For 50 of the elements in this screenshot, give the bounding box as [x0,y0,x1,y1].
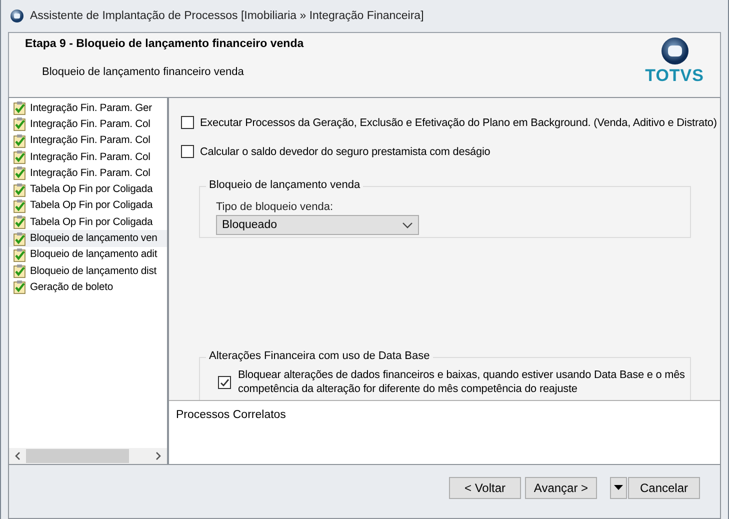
scrollbar-thumb[interactable] [26,449,129,463]
app-logo-icon [10,9,24,23]
step-item[interactable]: Integração Fin. Param. Ger [9,100,167,116]
clipboard-check-icon [13,232,26,246]
step-item[interactable]: Bloqueio de lançamento adit [9,246,167,263]
step-item[interactable]: Integração Fin. Param. Col [9,165,167,182]
checkbox-label: Bloquear alterações de dados financeiros e baixas, quando estiver usando Data Base e o mês competência da alteração for diferente do mês competência do reajuste [238,368,686,396]
step-subtitle: Bloqueio de lançamento financeiro venda [41,65,245,78]
step-item[interactable]: Tabela Op Fin por Coligada [9,181,167,198]
step-item[interactable]: Integração Fin. Param. Col [9,148,167,166]
step-item[interactable]: Bloqueio de lançamento ven [9,230,167,247]
dropdown-button[interactable] [610,476,627,498]
checkbox[interactable] [218,376,231,388]
clipboard-check-icon [13,134,26,148]
clipboard-check-icon [13,248,26,262]
clipboard-check-icon [13,117,26,132]
clipboard-check-icon [13,264,26,278]
back-button[interactable]: < Voltar [449,476,521,498]
step-item[interactable]: Tabela Op Fin por Coligada [9,214,167,230]
checkbox-label: Calcular o saldo devedor do seguro prestamista com deságio [200,146,490,158]
check-icon [219,376,230,388]
step-item[interactable]: Integração Fin. Param. Col [9,116,167,133]
checkbox-label: Executar Processos da Geração, Exclusão e Efetivação do Plano em Background. (Venda, Aditivo e Distrato) [200,116,717,128]
checkbox[interactable] [181,145,194,158]
cancel-button[interactable]: Cancelar [628,476,700,498]
step-item[interactable]: Geração de boleto [9,279,167,296]
logo-globe-icon [660,37,689,65]
field-label: Tipo de bloqueio venda: [216,201,334,213]
horizontal-scrollbar[interactable] [9,448,167,464]
clipboard-check-icon [13,166,26,180]
dropdown-field[interactable]: Bloqueado [216,215,419,235]
clipboard-check-icon [13,280,26,294]
step-item[interactable]: Tabela Op Fin por Coligada [9,198,167,214]
group-title: Bloqueio de lançamento venda [206,179,364,191]
clipboard-check-icon [13,182,26,197]
group-title: Alterações Financeira com uso de Data Base [206,350,433,362]
checkbox[interactable] [181,116,194,129]
clipboard-check-icon [13,215,26,230]
clipboard-check-icon [13,101,26,116]
clipboard-check-icon [13,150,26,164]
clipboard-check-icon [13,198,26,213]
window-title: Assistente de Implantação de Processos [Imobiliaria » Integração Financeira] [30,10,424,22]
step-title: Etapa 9 - Bloqueio de lançamento financeiro venda [24,37,304,50]
related-title: Processos Correlatos [176,409,286,421]
chevron-down-icon [402,222,413,228]
next-button[interactable]: Avançar > [525,476,597,498]
caret-icon [614,485,623,490]
step-item[interactable]: Bloqueio de lançamento dist [9,262,167,280]
step-item[interactable]: Integração Fin. Param. Col [9,132,167,149]
logo-text: TOTVS [645,66,704,86]
